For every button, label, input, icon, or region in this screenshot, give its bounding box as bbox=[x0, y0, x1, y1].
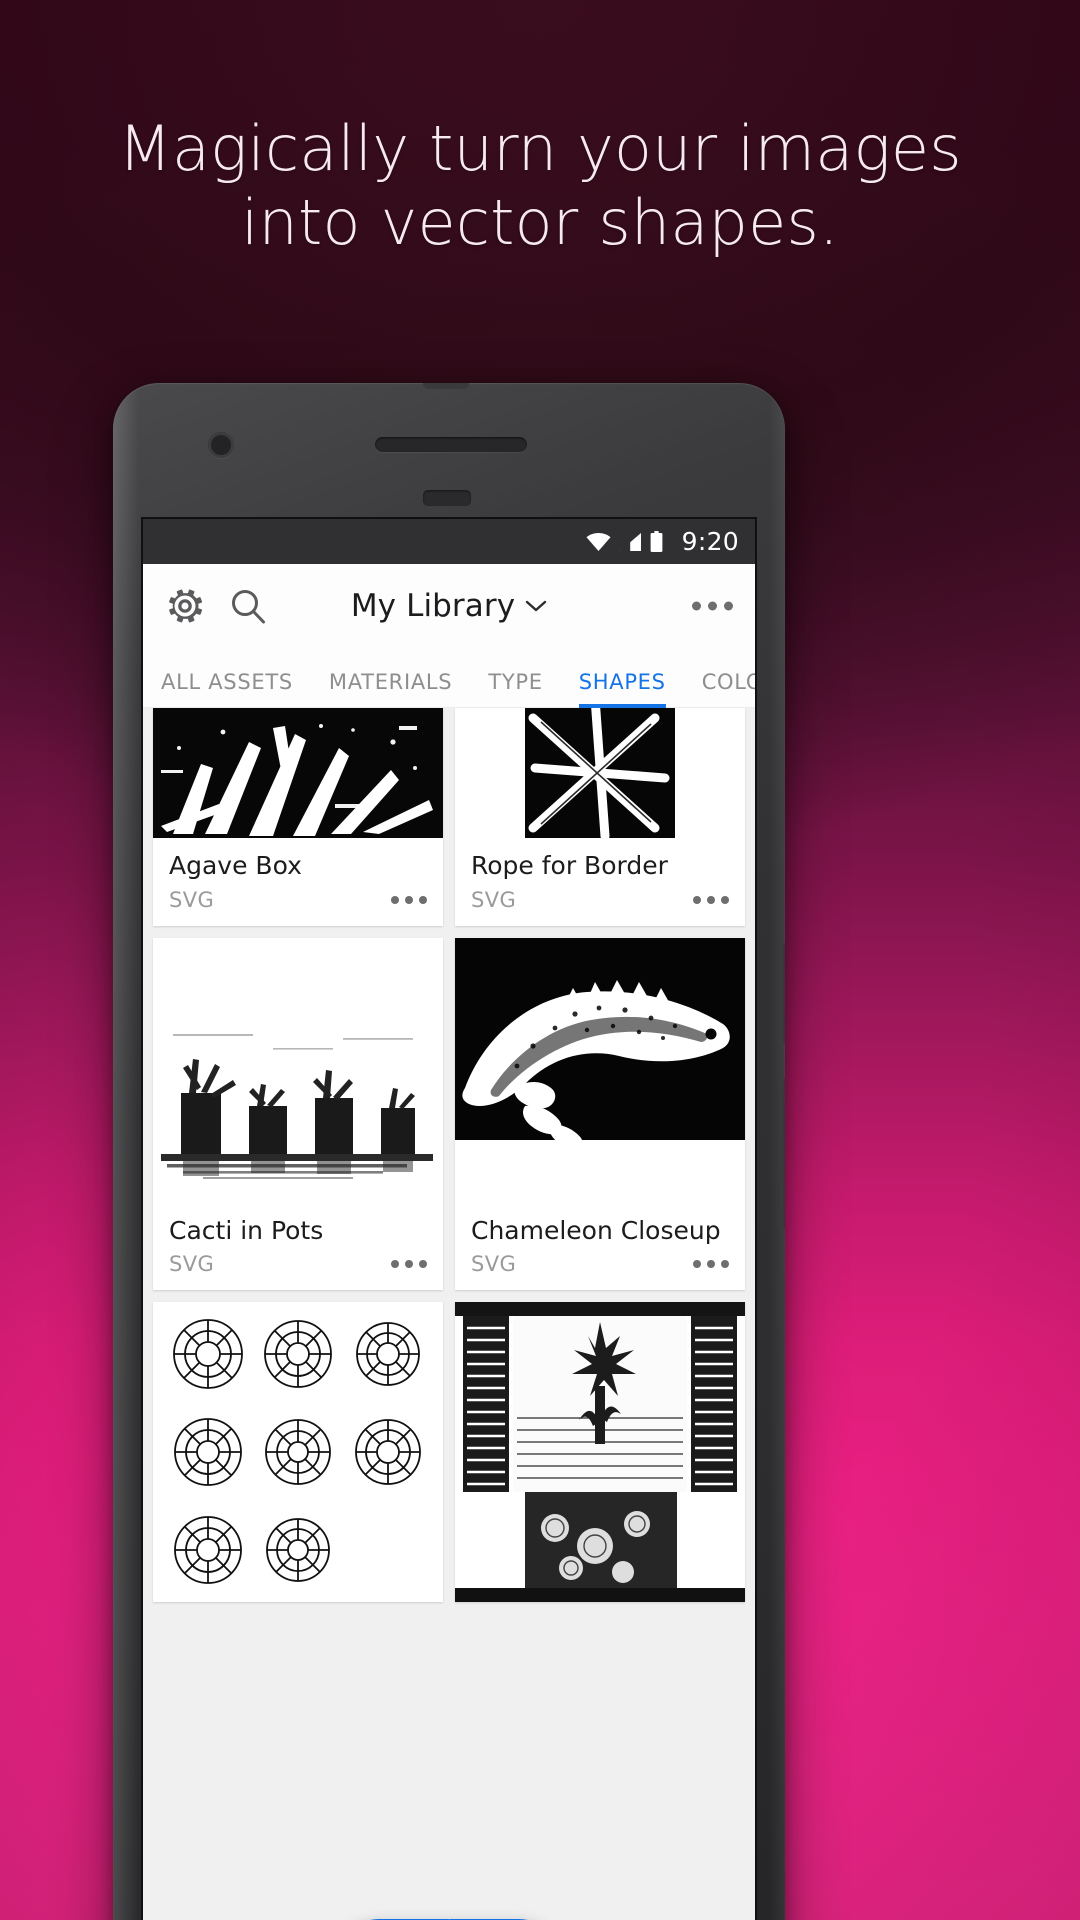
asset-overflow-menu-icon[interactable] bbox=[391, 1260, 427, 1268]
asset-card-rope-for-border[interactable]: Rope for Border SVG bbox=[455, 708, 745, 926]
phone-screen: 9:20 My Library ALL ASSETS MATERIALS TYP… bbox=[143, 519, 755, 1920]
asset-format: SVG bbox=[169, 887, 215, 912]
asset-thumbnail[interactable] bbox=[153, 708, 443, 838]
asset-overflow-menu-icon[interactable] bbox=[693, 895, 729, 904]
front-camera-icon bbox=[208, 432, 234, 458]
headline-line-1: Magically turn your images bbox=[118, 112, 962, 185]
cell-signal-icon bbox=[619, 532, 641, 551]
asset-card-chameleon-closeup[interactable]: Chameleon Closeup SVG bbox=[455, 937, 745, 1291]
asset-format: SVG bbox=[471, 1252, 517, 1276]
phone-top-slot bbox=[423, 383, 469, 389]
asset-grid[interactable]: Agave Box SVG Rope for Border SVG Cacti … bbox=[143, 708, 755, 1920]
asset-title: Chameleon Closeup bbox=[471, 1216, 721, 1244]
proximity-sensor bbox=[423, 490, 471, 506]
asset-meta: Agave Box SVG bbox=[153, 838, 443, 926]
asset-thumbnail[interactable] bbox=[455, 1302, 745, 1602]
library-title: My Library bbox=[350, 588, 516, 624]
earpiece-speaker bbox=[375, 437, 527, 452]
asset-card-window[interactable] bbox=[455, 1302, 745, 1602]
search-icon[interactable] bbox=[229, 587, 267, 625]
app-toolbar: My Library bbox=[143, 564, 755, 648]
tab-colors[interactable]: COLORS bbox=[702, 670, 755, 708]
chevron-down-icon bbox=[525, 600, 547, 612]
asset-overflow-menu-icon[interactable] bbox=[693, 1260, 729, 1268]
asset-category-tabs: ALL ASSETS MATERIALS TYPE SHAPES COLORS … bbox=[143, 648, 755, 708]
asset-row: Agave Box SVG Rope for Border SVG bbox=[153, 708, 745, 938]
tab-type[interactable]: TYPE bbox=[488, 670, 542, 708]
phone-mockup: 9:20 My Library ALL ASSETS MATERIALS TYP… bbox=[113, 383, 785, 1920]
asset-title: Agave Box bbox=[169, 852, 302, 880]
asset-row bbox=[153, 1302, 745, 1614]
tab-shapes[interactable]: SHAPES bbox=[578, 670, 666, 708]
status-bar: 9:20 bbox=[143, 519, 755, 564]
battery-icon bbox=[650, 531, 663, 552]
asset-card-agave-box[interactable]: Agave Box SVG bbox=[153, 708, 443, 926]
asset-title: Rope for Border bbox=[471, 852, 668, 880]
headline-line-2: into vector shapes. bbox=[241, 186, 839, 259]
asset-format: SVG bbox=[471, 887, 517, 912]
asset-meta: Cacti in Pots SVG bbox=[153, 1203, 443, 1291]
asset-thumbnail[interactable] bbox=[153, 937, 443, 1203]
status-bar-time: 9:20 bbox=[681, 527, 739, 556]
tab-materials[interactable]: MATERIALS bbox=[329, 670, 452, 708]
asset-thumbnail[interactable] bbox=[455, 708, 745, 838]
wifi-icon bbox=[586, 532, 611, 551]
asset-row: Cacti in Pots SVG Chameleon Closeup SVG bbox=[153, 937, 745, 1303]
volume-button[interactable] bbox=[782, 1078, 785, 1228]
asset-overflow-menu-icon[interactable] bbox=[391, 895, 427, 904]
asset-format: SVG bbox=[169, 1252, 215, 1276]
asset-card-cacti-in-pots[interactable]: Cacti in Pots SVG bbox=[153, 937, 443, 1291]
tab-all-assets[interactable]: ALL ASSETS bbox=[161, 670, 293, 708]
asset-meta: Chameleon Closeup SVG bbox=[455, 1203, 745, 1291]
overflow-menu-icon[interactable] bbox=[692, 601, 733, 611]
page-title: Magically turn your images into vector s… bbox=[0, 112, 1080, 260]
power-button[interactable] bbox=[782, 943, 785, 1043]
asset-card-succulents[interactable] bbox=[153, 1302, 443, 1602]
asset-title: Cacti in Pots bbox=[169, 1216, 324, 1244]
asset-meta: Rope for Border SVG bbox=[455, 838, 745, 926]
gear-icon[interactable] bbox=[165, 586, 205, 626]
asset-thumbnail[interactable] bbox=[153, 1302, 443, 1602]
asset-thumbnail[interactable] bbox=[455, 937, 745, 1203]
phone-bezel-highlight bbox=[113, 383, 139, 1920]
